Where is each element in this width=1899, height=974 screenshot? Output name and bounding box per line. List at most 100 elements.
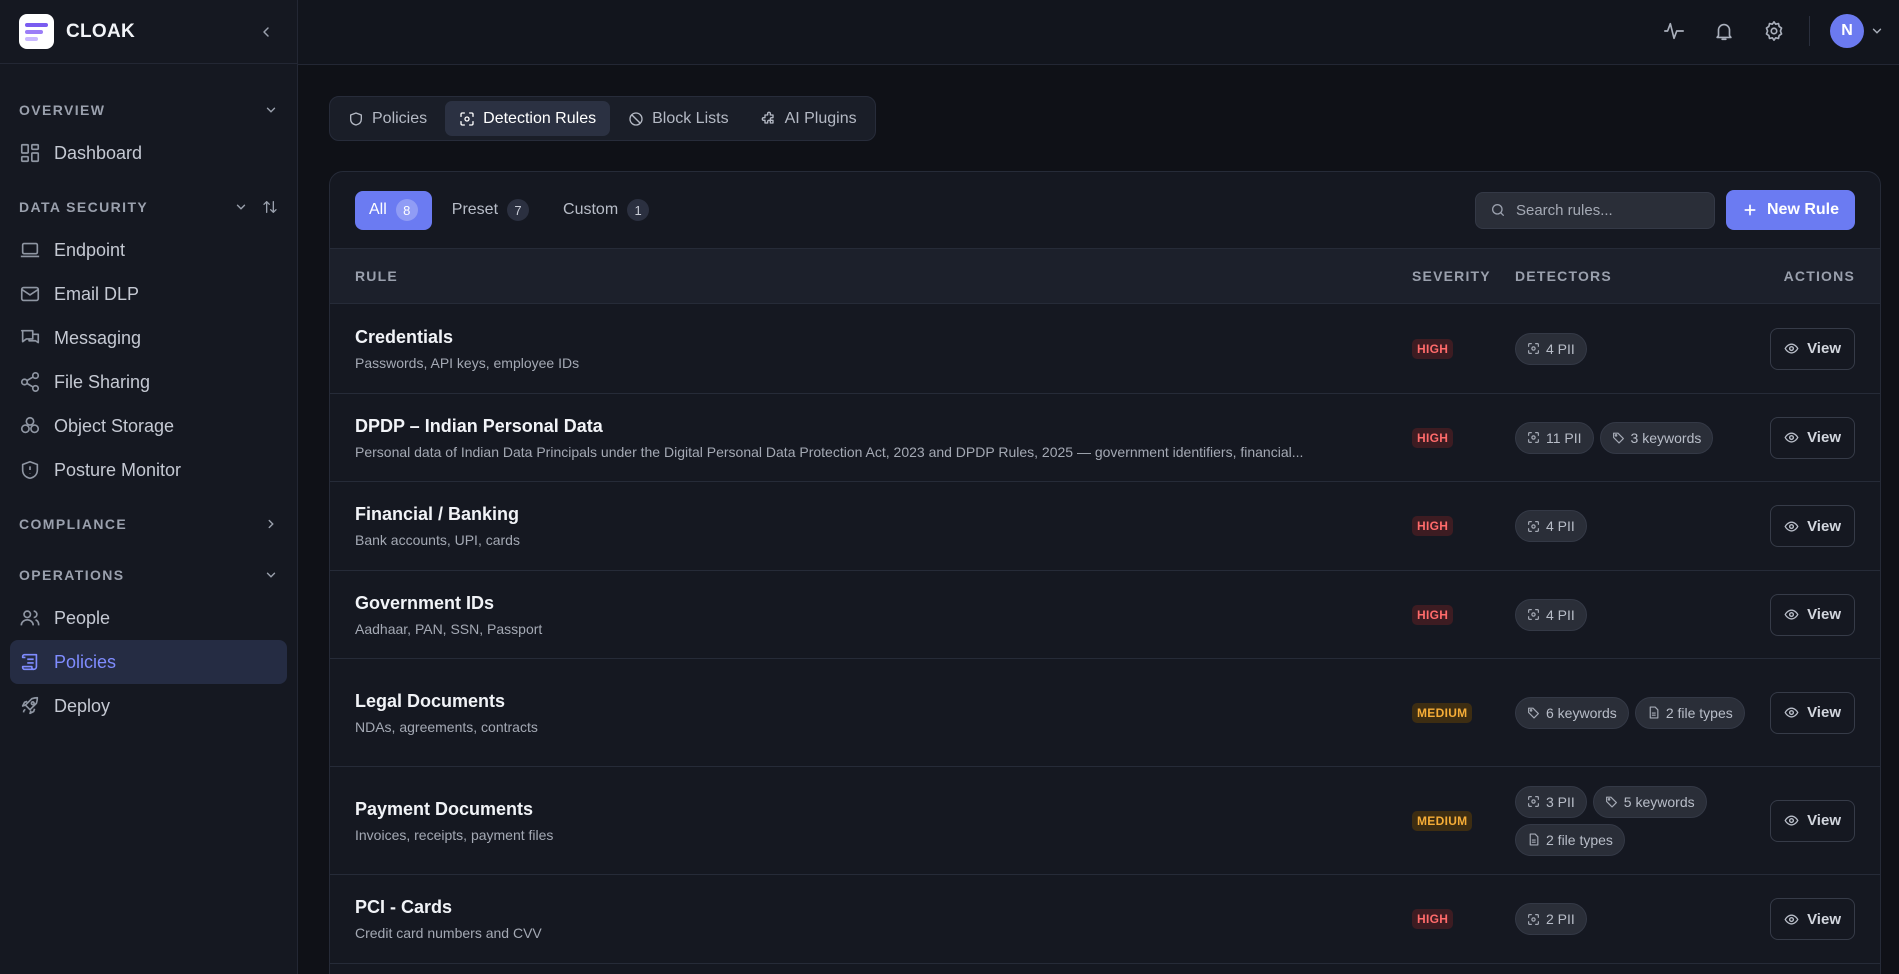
detector-badge: 2 file types [1515, 823, 1625, 856]
eye-icon [1784, 343, 1799, 354]
bell-icon[interactable] [1711, 18, 1737, 44]
search-icon [1491, 204, 1504, 216]
file-icon [1527, 833, 1546, 846]
rule-description: Personal data of Indian Data Principals … [355, 443, 1304, 460]
table-row[interactable]: DPDP – Indian Personal Data Personal dat… [330, 394, 1880, 482]
view-button[interactable]: View [1770, 898, 1855, 940]
table-row[interactable]: Financial / Banking Bank accounts, UPI, … [330, 482, 1880, 571]
sidebar-item-object-storage[interactable]: Object Storage [10, 404, 287, 448]
divider [1809, 16, 1810, 46]
detector-label: 3 PII [1546, 793, 1575, 810]
avatar[interactable]: N [1830, 14, 1864, 48]
table-row[interactable]: Credentials Passwords, API keys, employe… [330, 304, 1880, 394]
filter-custom[interactable]: Custom 1 [549, 191, 663, 230]
section-operations[interactable]: OPERATIONS [0, 562, 297, 588]
view-button[interactable]: View [1770, 691, 1855, 734]
gear-icon[interactable] [1761, 18, 1787, 44]
sidebar-item-label: Posture Monitor [54, 459, 182, 480]
column-header-severity[interactable]: SEVERITY [1412, 268, 1515, 284]
collapse-sidebar-icon[interactable] [254, 20, 278, 44]
tab-block-lists[interactable]: Block Lists [614, 101, 742, 136]
detector-label: 5 keywords [1623, 793, 1695, 810]
sidebar-item-messaging[interactable]: Messaging [10, 316, 287, 360]
tag-icon [1605, 795, 1624, 808]
sidebar-item-file-sharing[interactable]: File Sharing [10, 360, 287, 404]
people-icon [20, 610, 40, 626]
sidebar-item-label: Email DLP [54, 283, 140, 304]
view-button[interactable]: View [1770, 327, 1855, 370]
tab-detection-rules[interactable]: Detection Rules [445, 101, 611, 136]
storage-icon [20, 416, 40, 434]
chevron-down-icon[interactable] [1870, 24, 1884, 38]
filter-preset[interactable]: Preset 7 [438, 191, 543, 230]
severity-badge: HIGH [1412, 427, 1454, 448]
detector-badge: 4 PII [1515, 332, 1587, 365]
filter-all[interactable]: All 8 [355, 190, 432, 230]
view-button[interactable]: View [1770, 505, 1855, 547]
activity-icon[interactable] [1661, 18, 1687, 44]
table-row[interactable]: Payment Documents Invoices, receipts, pa… [330, 767, 1880, 875]
sidebar-item-policies[interactable]: Policies [10, 640, 287, 684]
section-overview[interactable]: OVERVIEW [0, 97, 297, 123]
detector-label: 4 PII [1546, 518, 1575, 534]
search-input[interactable] [1515, 201, 1696, 219]
sidebar-item-label: People [54, 607, 111, 628]
tab-ai-plugins[interactable]: AI Plugins [747, 101, 871, 136]
sidebar-item-endpoint[interactable]: Endpoint [10, 228, 287, 272]
column-header-rule[interactable]: RULE [355, 268, 1412, 284]
detector-label: 11 PII [1546, 429, 1582, 446]
sidebar-item-label: Policies [54, 651, 117, 672]
severity-badge: HIGH [1412, 909, 1454, 929]
rule-description: Bank accounts, UPI, cards [355, 532, 520, 548]
sidebar-item-deploy[interactable]: Deploy [10, 684, 287, 728]
rule-title: Credentials [355, 326, 454, 347]
tab-label: Block Lists [652, 109, 729, 127]
sidebar-item-label: Endpoint [54, 239, 126, 260]
section-data-security[interactable]: DATA SECURITY [0, 194, 297, 220]
table-row[interactable]: Legal Documents NDAs, agreements, contra… [330, 659, 1880, 767]
tab-policies[interactable]: Policies [334, 101, 441, 136]
sidebar-item-people[interactable]: People [10, 596, 287, 640]
detector-badge: 2 PII [1515, 903, 1587, 935]
severity-badge: HIGH [1412, 338, 1454, 359]
view-label: View [1807, 340, 1841, 357]
eye-icon [1784, 609, 1799, 620]
dashboard-icon [20, 143, 40, 163]
severity-badge: MEDIUM [1412, 702, 1473, 723]
table-row[interactable]: Government IDs Aadhaar, PAN, SSN, Passpo… [330, 571, 1880, 659]
filter-count: 7 [507, 199, 530, 221]
chevron-down-icon [236, 204, 246, 210]
section-compliance[interactable]: COMPLIANCE [0, 511, 297, 537]
puzzle-icon [761, 111, 774, 124]
column-header-detectors: DETECTORS [1515, 268, 1612, 284]
share-icon [20, 372, 40, 392]
filter-label: All [369, 201, 387, 218]
rule-description: Aadhaar, PAN, SSN, Passport [355, 620, 543, 637]
sidebar-item-email-dlp[interactable]: Email DLP [10, 272, 287, 316]
laptop-icon [20, 242, 40, 258]
section-title: OPERATIONS [19, 567, 125, 583]
tab-label: AI Plugins [784, 109, 857, 127]
sidebar-item-label: Object Storage [54, 415, 175, 436]
filter-count: 8 [395, 199, 418, 221]
scan-icon [460, 111, 474, 126]
sort-icon[interactable] [262, 199, 278, 215]
rule-description: Credit card numbers and CVV [355, 925, 542, 941]
new-rule-label: New Rule [1766, 201, 1839, 218]
sidebar-item-dashboard[interactable]: Dashboard [10, 131, 287, 175]
detector-label: 2 file types [1665, 704, 1733, 721]
eye-icon [1784, 432, 1799, 443]
search-box [1474, 191, 1715, 229]
detector-label: 2 file types [1546, 831, 1613, 848]
table-row[interactable]: PCI - Cards Credit card numbers and CVV … [330, 875, 1880, 964]
sidebar-item-posture-monitor[interactable]: Posture Monitor [10, 448, 287, 492]
scan-icon [1527, 795, 1546, 808]
view-button[interactable]: View [1770, 593, 1855, 636]
view-button[interactable]: View [1770, 416, 1855, 459]
shield-icon [21, 460, 39, 480]
ban-icon [629, 111, 643, 126]
table-body: Credentials Passwords, API keys, employe… [330, 304, 1880, 964]
scan-icon [1527, 520, 1546, 533]
view-button[interactable]: View [1770, 799, 1855, 842]
new-rule-button[interactable]: New Rule [1725, 190, 1855, 230]
